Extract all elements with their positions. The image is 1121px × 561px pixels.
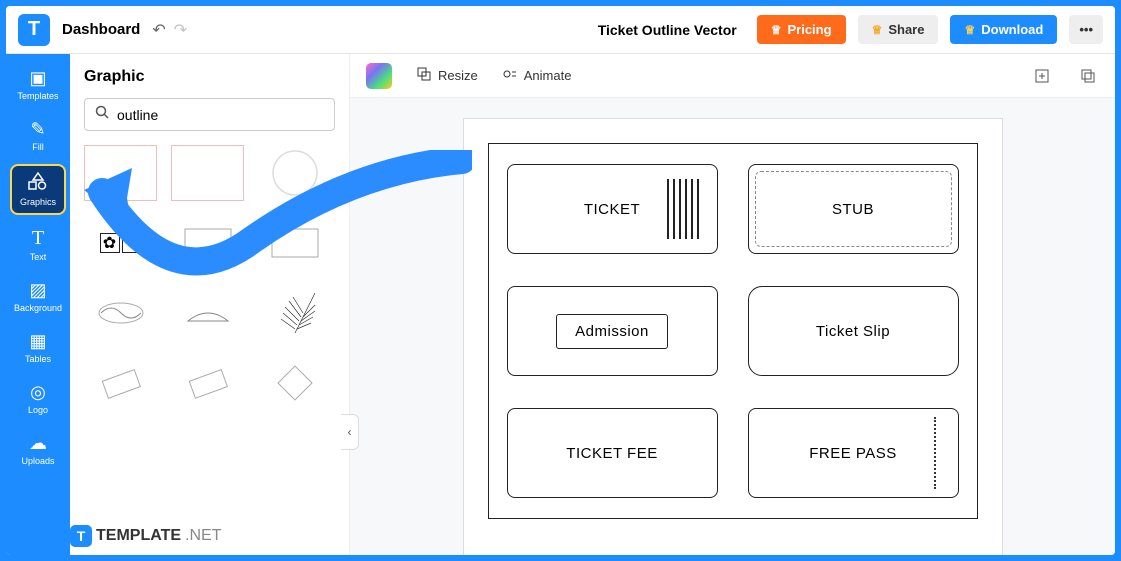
fill-icon: ✎ (30, 119, 45, 140)
color-picker[interactable] (366, 63, 392, 89)
graphics-icon (27, 172, 49, 195)
ticket-shape[interactable]: TICKET (507, 164, 718, 254)
animate-button[interactable]: Animate (502, 66, 572, 85)
search-box[interactable] (84, 98, 335, 131)
graphic-grid: ✿ (84, 145, 335, 411)
barcode-icon (667, 179, 703, 239)
canvas-page[interactable]: TICKET STUB Admission Ticket Slip TICKET… (463, 118, 1003, 555)
watermark-logo: T (70, 525, 92, 547)
crown-icon: ♕ (872, 23, 883, 37)
graphic-thumb[interactable] (84, 145, 157, 201)
add-page-button[interactable] (1031, 65, 1053, 87)
search-icon (95, 105, 109, 124)
tables-icon: ▦ (29, 331, 46, 352)
graphic-thumb[interactable] (171, 215, 244, 271)
sidebar-item-background[interactable]: ▨ Background (10, 274, 66, 319)
app-logo[interactable]: T (18, 14, 50, 46)
graphic-thumb[interactable] (171, 285, 244, 341)
sidebar-item-templates[interactable]: ▣ Templates (10, 62, 66, 107)
logo-icon: ◎ (30, 382, 46, 403)
dashboard-link[interactable]: Dashboard (62, 21, 140, 38)
uploads-icon: ☁ (29, 433, 47, 454)
background-icon: ▨ (29, 280, 46, 301)
resize-button[interactable]: Resize (416, 66, 478, 85)
more-button[interactable]: ••• (1069, 15, 1103, 44)
ticket-shape[interactable]: STUB (748, 164, 959, 254)
ticket-shape[interactable]: TICKET FEE (507, 408, 718, 498)
sidebar-item-text[interactable]: T Text (10, 221, 66, 268)
canvas-area: Resize Animate TICKET STUB Admission Tic… (350, 54, 1115, 555)
graphic-thumb[interactable]: ✿ (84, 215, 157, 271)
graphic-thumb[interactable] (171, 145, 244, 201)
panel-title: Graphic (84, 68, 335, 86)
graphic-thumb[interactable] (258, 215, 331, 271)
graphic-thumb[interactable] (258, 355, 331, 411)
app-header: T Dashboard ↶ ↷ Ticket Outline Vector ♕P… (6, 6, 1115, 54)
search-input[interactable] (117, 107, 324, 123)
graphic-thumb[interactable] (258, 285, 331, 341)
canvas-scroll[interactable]: TICKET STUB Admission Ticket Slip TICKET… (350, 98, 1115, 555)
graphic-thumb[interactable] (171, 355, 244, 411)
download-button[interactable]: ♕Download (950, 15, 1057, 44)
graphic-thumb[interactable] (84, 355, 157, 411)
animate-icon (502, 66, 518, 85)
canvas-toolbar: Resize Animate (350, 54, 1115, 98)
undo-button[interactable]: ↶ (152, 20, 165, 40)
pricing-button[interactable]: ♕Pricing (757, 15, 846, 44)
sidebar-item-tables[interactable]: ▦ Tables (10, 325, 66, 370)
redo-button[interactable]: ↷ (174, 20, 187, 40)
templates-icon: ▣ (29, 68, 46, 89)
collapse-panel-button[interactable]: ‹ (341, 414, 359, 450)
duplicate-page-button[interactable] (1077, 65, 1099, 87)
sidebar-item-fill[interactable]: ✎ Fill (10, 113, 66, 158)
left-sidebar: ▣ Templates ✎ Fill Graphics T Text ▨ Bac… (6, 54, 70, 555)
watermark: T TEMPLATE.NET (70, 525, 221, 547)
ticket-shape[interactable]: Admission (507, 286, 718, 376)
ticket-shape[interactable]: FREE PASS (748, 408, 959, 498)
crown-icon: ♕ (964, 23, 975, 37)
share-button[interactable]: ♕Share (858, 15, 939, 44)
crown-icon: ♕ (771, 23, 782, 37)
perforation-line (934, 417, 936, 489)
sidebar-item-logo[interactable]: ◎ Logo (10, 376, 66, 421)
ticket-shape[interactable]: Ticket Slip (748, 286, 959, 376)
sidebar-item-uploads[interactable]: ☁ Uploads (10, 427, 66, 472)
text-icon: T (32, 227, 44, 250)
graphic-panel: Graphic ✿ (70, 54, 350, 555)
sidebar-item-graphics[interactable]: Graphics (10, 164, 66, 215)
graphic-thumb[interactable] (258, 145, 331, 201)
document-title: Ticket Outline Vector (598, 22, 737, 38)
resize-icon (416, 66, 432, 85)
graphic-thumb[interactable] (84, 285, 157, 341)
